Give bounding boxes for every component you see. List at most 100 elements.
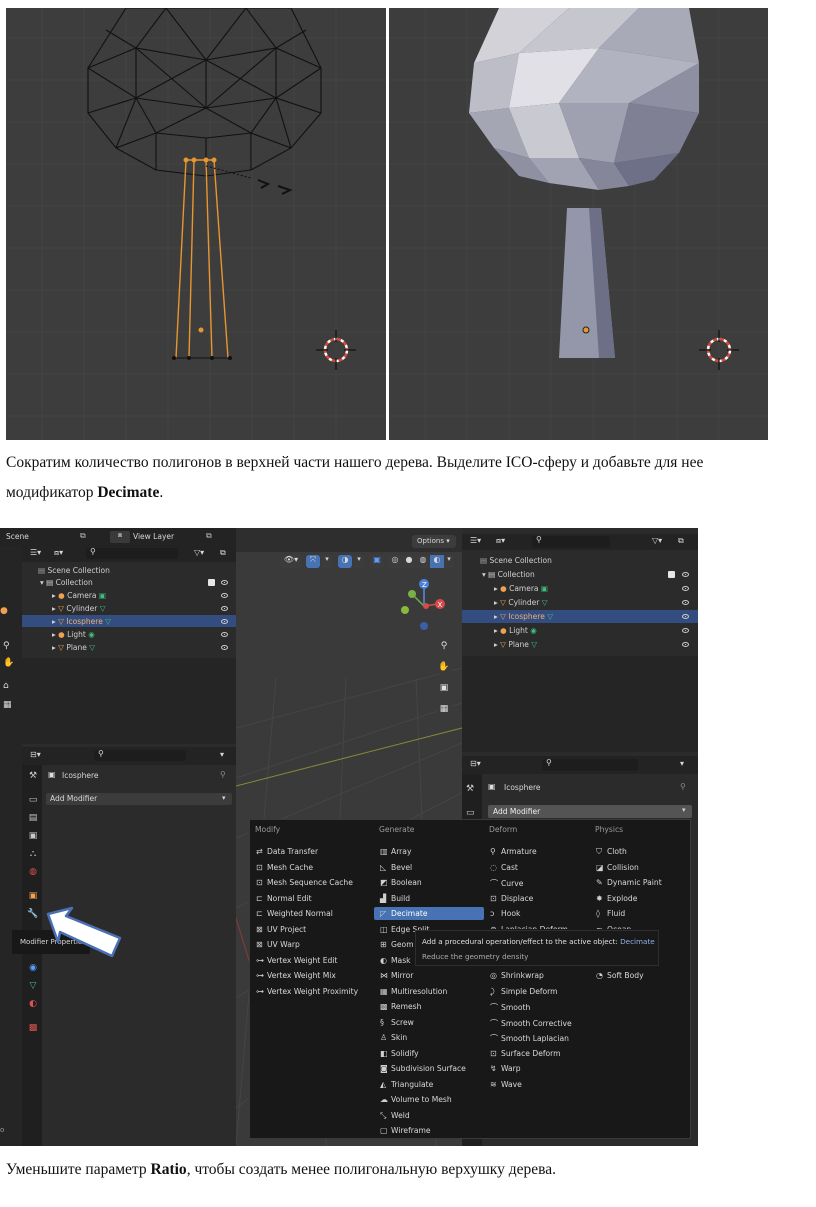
options-dropdown[interactable]: Options ▾ [412,535,456,548]
chevron-down-icon[interactable]: ▾ [354,555,364,568]
menu-item-screw[interactable]: § Screw [380,1018,414,1027]
render-tab-icon[interactable]: ▭ [466,808,475,818]
outliner-search-input[interactable] [532,536,610,548]
menu-item-subdivision-surface[interactable]: ◙ Subdivision Surface [380,1064,466,1073]
filter-icon[interactable]: ▽▾ [194,548,204,557]
outliner-row-collection[interactable]: ▾ ▤ Collection [40,578,93,587]
menu-item-wave[interactable]: ≋ Wave [490,1080,522,1089]
visibility-eye-icon[interactable] [221,593,228,598]
menu-item-mirror[interactable]: ⋈ Mirror [380,971,413,980]
zoom-icon[interactable]: ⚲ [3,641,10,651]
menu-item-cast[interactable]: ◌ Cast [490,863,518,872]
filter-icon[interactable]: ▽▾ [652,536,662,545]
display-mode-icon[interactable]: ☰▾ [30,548,41,557]
filter-mode-icon[interactable]: ⧈▾ [54,548,63,558]
new-scene-icon[interactable]: ⧉ [80,531,86,541]
visibility-eye-icon[interactable] [221,632,228,637]
tool-tab-icon[interactable]: ⚒ [26,769,40,783]
outliner-row-camera[interactable]: ▸ ● Camera ▣ [494,584,548,593]
wireframe-shading-icon[interactable]: ◎ [388,555,402,568]
menu-item-mesh-cache[interactable]: ⊡ Mesh Cache [256,863,313,872]
material-tab-icon[interactable]: ◐ [26,997,40,1011]
menu-item-normal-edit[interactable]: ⊏ Normal Edit [256,894,312,903]
outliner-row-cylinder[interactable]: ▸ ▽ Cylinder ▽ [494,598,548,607]
world-tab-icon[interactable]: ◍ [26,865,40,879]
menu-item-multiresolution[interactable]: ▦ Multiresolution [380,987,447,996]
outliner-row-collection[interactable]: ▾ ▤ Collection [482,570,535,579]
menu-item-smooth-corrective[interactable]: ⌒ Smooth Corrective [490,1018,572,1029]
menu-item-soft-body[interactable]: ◔ Soft Body [596,971,644,980]
properties-search-input[interactable] [542,759,638,771]
outliner-row-scene-collection[interactable]: ▤ Scene Collection [38,566,110,575]
menu-item-dynamic-paint[interactable]: ✎ Dynamic Paint [596,878,662,887]
gizmo-toggle-icon[interactable]: ⤧ [306,555,320,568]
grid-view-icon[interactable]: ▦ [436,701,452,717]
view-layer-icon[interactable]: ⧈ [110,531,130,543]
view-object-types-icon[interactable]: 👁▾ [280,555,302,568]
collection-checkbox[interactable] [208,579,215,586]
visibility-eye-icon[interactable] [221,606,228,611]
filter-mode-icon[interactable]: ⧈▾ [496,536,505,546]
menu-item-triangulate[interactable]: ◭ Triangulate [380,1080,433,1089]
solid-shading-icon[interactable]: ● [402,555,416,568]
chevron-down-icon[interactable]: ▾ [220,750,224,759]
menu-item-weighted-normal[interactable]: ⊏ Weighted Normal [256,909,333,918]
visibility-eye-icon[interactable] [221,580,228,585]
outliner-row-camera[interactable]: ▸ ● Camera ▣ [52,591,106,600]
visibility-eye-icon[interactable] [682,600,689,605]
menu-item-skin[interactable]: ♙ Skin [380,1033,407,1042]
visibility-eye-icon[interactable] [682,614,689,619]
menu-item-smooth-laplacian[interactable]: ⌒ Smooth Laplacian [490,1033,569,1044]
menu-item-array[interactable]: ▥ Array [380,847,411,856]
new-collection-icon[interactable]: ⧉ [220,548,226,558]
visibility-eye-icon[interactable] [682,628,689,633]
editor-type-icon[interactable]: ⊟▾ [470,759,481,768]
pan-hand-icon[interactable]: ✋ [436,659,452,675]
menu-item-uv-project[interactable]: ⊠ UV Project [256,925,306,934]
collection-checkbox[interactable] [668,571,675,578]
menu-item-data-transfer[interactable]: ⇄ Data Transfer [256,847,318,856]
visibility-eye-icon[interactable] [682,586,689,591]
chevron-down-icon[interactable]: ▾ [322,555,332,568]
menu-item-warp[interactable]: ↯ Warp [490,1064,521,1073]
outliner-row-scene-collection[interactable]: ▤ Scene Collection [480,556,552,565]
menu-item-volume-to-mesh[interactable]: ☁ Volume to Mesh [380,1095,452,1104]
menu-item-uv-warp[interactable]: ⊠ UV Warp [256,940,300,949]
tool-tab-icon[interactable]: ⚒ [466,784,474,794]
display-mode-icon[interactable]: ☰▾ [470,536,481,545]
add-modifier-button[interactable]: Add Modifier ▾ [488,805,692,818]
menu-item-weld[interactable]: ⤡ Weld [380,1111,410,1121]
menu-item-shrinkwrap[interactable]: ◎ Shrinkwrap [490,971,544,980]
menu-item-build[interactable]: ▟ Build [380,894,410,903]
visibility-eye-icon[interactable] [221,619,228,624]
navigation-gizmo[interactable]: Z X [394,574,454,634]
outliner-row-cylinder[interactable]: ▸ ▽ Cylinder ▽ [52,604,106,613]
grid-view-icon[interactable]: ▦ [3,700,12,710]
modifier-tab-icon[interactable]: 🔧 [26,907,40,921]
object-tab-icon[interactable]: ▣ [26,889,40,903]
scene-tab-icon[interactable]: ⛬ [26,847,40,861]
menu-item-displace[interactable]: ⊡ Displace [490,894,533,903]
add-modifier-button[interactable]: Add Modifier ▾ [46,793,232,805]
editor-type-icon[interactable]: ⊟▾ [30,750,41,759]
render-tab-icon[interactable]: ▭ [26,793,40,807]
mesh-data-tab-icon[interactable]: ▽ [26,979,40,993]
pin-icon[interactable]: ⚲ [680,782,686,791]
menu-item-curve[interactable]: ⌒ Curve [490,878,523,889]
edge-tool-icon[interactable]: ● [0,606,8,616]
menu-item-mesh-sequence-cache[interactable]: ⊡ Mesh Sequence Cache [256,878,353,887]
texture-tab-icon[interactable]: ▩ [26,1021,40,1035]
new-view-layer-icon[interactable]: ⧉ [206,531,212,541]
menu-item-collision[interactable]: ◪ Collision [596,863,639,872]
menu-item-hook[interactable]: ↄ Hook [490,909,520,918]
menu-item-bevel[interactable]: ◺ Bevel [380,863,412,872]
menu-item-cloth[interactable]: ⛉ Cloth [596,847,627,857]
menu-item-explode[interactable]: ✸ Explode [596,894,637,903]
camera-view-icon[interactable]: ⌂ [3,681,9,691]
view-layer-tab-icon[interactable]: ▣ [26,829,40,843]
chevron-down-icon[interactable]: ▾ [444,555,454,568]
menu-item-fluid[interactable]: ◊ Fluid [596,909,625,918]
view-layer-selector[interactable]: View Layer [133,532,174,541]
menu-item-vertex-weight-edit[interactable]: ⊶ Vertex Weight Edit [256,956,337,965]
menu-item-vertex-weight-proximity[interactable]: ⊶ Vertex Weight Proximity [256,987,358,996]
